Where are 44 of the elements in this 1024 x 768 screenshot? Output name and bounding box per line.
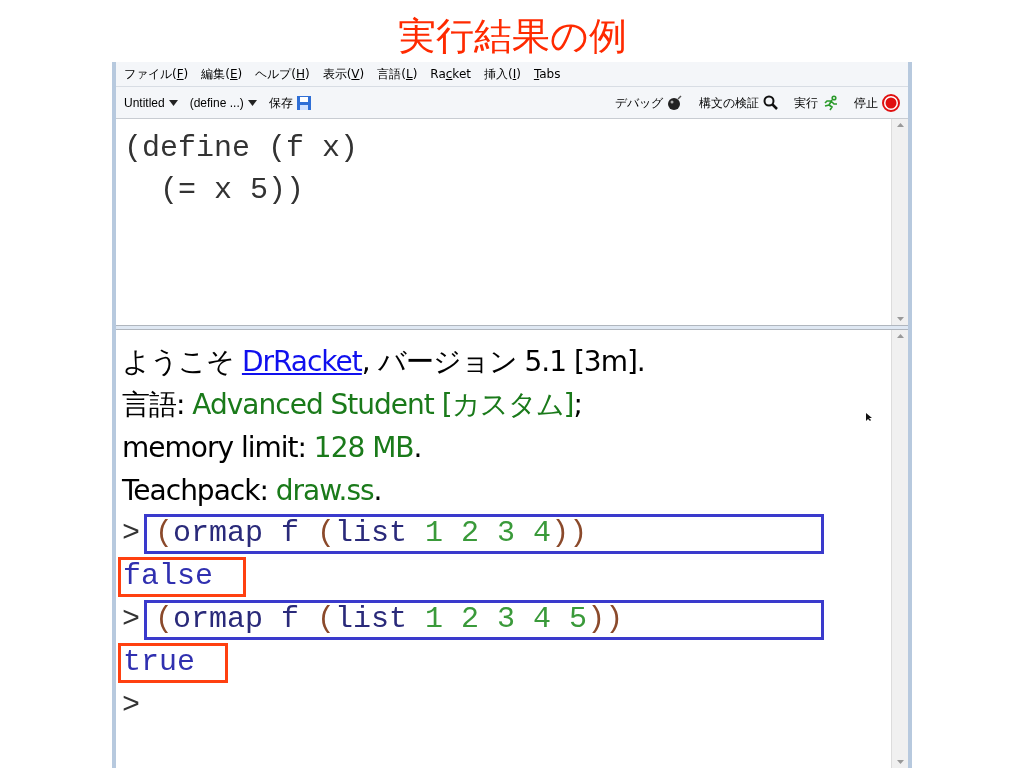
menu-item[interactable]: 表示(V)	[322, 65, 365, 83]
welcome-line: 言語: Advanced Student [カスタム];	[122, 387, 582, 423]
slide-title: 実行結果の例	[397, 13, 627, 60]
result-value: true	[118, 642, 228, 683]
check-syntax-button[interactable]: 構文の検証	[699, 93, 778, 112]
dropdown-button[interactable]: (define ...)	[189, 93, 257, 112]
prompt: >	[122, 601, 140, 638]
menu-item[interactable]: 挿入(I)	[483, 65, 521, 83]
run-button[interactable]: 実行	[794, 93, 838, 112]
menu-item[interactable]: Tabs	[533, 65, 561, 83]
welcome-line: Teachpack: draw.ss.	[122, 473, 382, 509]
scroll-down-arrow-icon[interactable]	[896, 317, 904, 321]
dropdown-button[interactable]: Untitled	[124, 93, 178, 112]
stop-icon	[882, 93, 900, 112]
scrollbar[interactable]	[891, 119, 908, 325]
prompt: >	[122, 515, 140, 552]
stop-button[interactable]: 停止	[854, 93, 900, 112]
scroll-down-arrow-icon[interactable]	[896, 760, 904, 764]
search-icon	[763, 95, 778, 110]
prompt: >	[122, 687, 141, 724]
interactions-pane[interactable]: ようこそ DrRacket, バージョン 5.1 [3m]. 言語: Advanced Student [カスタム]; memory limit: 128 MB. Teachpack: draw.ss. > (ormap f (list 1 2 3 4)) false > (ormap f (list 1 2 3 4 5)) true >	[116, 330, 908, 768]
result-value: false	[118, 556, 246, 597]
scroll-up-arrow-icon[interactable]	[896, 123, 904, 127]
menu-item[interactable]: ファイル(F)	[124, 65, 189, 83]
caret-icon	[168, 99, 178, 106]
debug-button[interactable]: デバッグ	[615, 93, 683, 112]
caret-icon	[247, 99, 257, 106]
save-button[interactable]: 保存	[268, 93, 311, 112]
code-line: (= x 5))	[159, 172, 306, 209]
bomb-icon	[667, 94, 683, 111]
mouse-cursor-icon	[866, 413, 872, 421]
menu-item[interactable]: ヘルプ(H)	[255, 65, 310, 83]
welcome-line: ようこそ DrRacket, バージョン 5.1 [3m].	[122, 344, 645, 380]
welcome-line: memory limit: 128 MB.	[122, 430, 422, 466]
expression: (ormap f (list 1 2 3 4))	[144, 513, 824, 554]
menu-item[interactable]: 編集(E)	[201, 65, 243, 83]
definitions-editor[interactable]: (define (f x) (= x 5))	[116, 119, 908, 325]
scroll-up-arrow-icon[interactable]	[896, 334, 904, 338]
running-figure-icon	[822, 94, 838, 111]
menu-item[interactable]: Racket	[430, 65, 471, 83]
expression: (ormap f (list 1 2 3 4 5))	[144, 599, 824, 640]
code-line: (define (f x)	[124, 130, 360, 167]
scrollbar[interactable]	[891, 330, 908, 768]
menu-item[interactable]: 言語(L)	[377, 65, 418, 83]
